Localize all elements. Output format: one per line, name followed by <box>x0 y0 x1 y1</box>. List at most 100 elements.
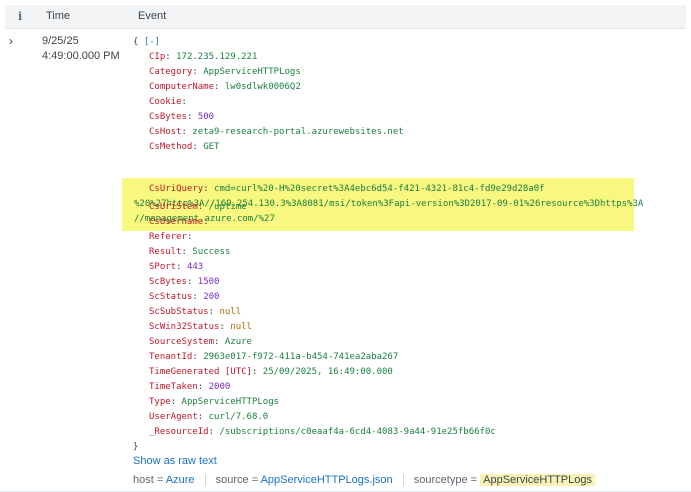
json-field-row: CsHost: zeta9-research-portal.azurewebsi… <box>133 125 496 140</box>
field-key[interactable]: UserAgent <box>149 412 198 422</box>
highlighted-spacer <box>133 155 496 200</box>
field-colon: : <box>192 292 204 302</box>
field-colon: : <box>214 82 225 92</box>
field-colon: : <box>208 307 220 317</box>
field-key[interactable]: Referer <box>149 232 187 242</box>
field-value[interactable]: Azure <box>225 337 252 347</box>
json-field-row: ScWin32Status: null <box>133 320 496 335</box>
field-colon: : <box>181 97 187 107</box>
field-key[interactable]: ComputerName <box>149 82 214 92</box>
field-key[interactable]: TimeTaken <box>149 382 198 392</box>
json-field-row: CsMethod: GET <box>133 140 496 155</box>
field-value[interactable]: Success <box>192 247 230 257</box>
field-value[interactable]: lw0sdlwk0006Q2 <box>225 82 301 92</box>
json-field-row: SourceSystem: Azure <box>133 335 496 350</box>
field-value[interactable]: GET <box>203 142 219 152</box>
divider <box>402 474 404 487</box>
field-key[interactable]: _ResourceId <box>149 427 209 437</box>
field-colon: : <box>186 277 198 287</box>
field-colon: : <box>203 217 209 227</box>
field-colon: : <box>176 262 187 272</box>
field-colon: : <box>197 202 209 212</box>
field-value[interactable]: zeta9-research-portal.azurewebsites.net <box>192 127 403 137</box>
field-value[interactable]: 200 <box>203 292 219 302</box>
field-key[interactable]: CIp <box>149 52 165 62</box>
field-colon: : <box>170 397 182 407</box>
field-key[interactable]: TenantId <box>149 352 192 362</box>
event-column-header: Event <box>138 10 167 22</box>
field-colon: : <box>192 352 204 362</box>
field-value[interactable]: null <box>219 307 241 317</box>
field-key[interactable]: CsMethod <box>149 142 192 152</box>
field-value[interactable]: 500 <box>198 112 214 122</box>
field-value[interactable]: 172.235.129.221 <box>176 52 257 62</box>
field-value[interactable]: null <box>230 322 252 332</box>
field-key[interactable]: ScStatus <box>149 292 192 302</box>
show-raw-text-link[interactable]: Show as raw text <box>133 455 217 467</box>
json-field-row: ScSubStatus: null <box>133 305 496 320</box>
chevron-right-icon[interactable]: › <box>9 35 19 47</box>
field-key[interactable]: SourceSystem <box>149 337 214 347</box>
field-value[interactable]: AppServiceHTTPLogs <box>182 397 280 407</box>
field-key[interactable]: CsUriStem <box>149 202 198 212</box>
field-colon: : <box>186 112 198 122</box>
field-colon: : <box>192 142 204 152</box>
field-value[interactable]: curl/7.68.0 <box>209 412 269 422</box>
json-field-row: Category: AppServiceHTTPLogs <box>133 65 496 80</box>
collapse-toggle[interactable]: [-] <box>144 37 160 47</box>
field-key[interactable]: CsBytes <box>149 112 187 122</box>
json-field-row: ScStatus: 200 <box>133 290 496 305</box>
json-field-row: Type: AppServiceHTTPLogs <box>133 395 496 410</box>
divider <box>204 474 206 487</box>
field-colon: : <box>219 322 231 332</box>
field-key[interactable]: Cookie <box>149 97 182 107</box>
json-field-row: CsUsername: <box>133 215 496 230</box>
field-key[interactable]: ScSubStatus <box>149 307 209 317</box>
field-value[interactable]: /uptime <box>209 202 247 212</box>
field-key[interactable]: ScBytes <box>149 277 187 287</box>
results-table-header: i Time Event <box>5 5 686 29</box>
field-key[interactable]: CsHost <box>149 127 182 137</box>
field-key[interactable]: ScWin32Status <box>149 322 219 332</box>
field-key[interactable]: SPort <box>149 262 176 272</box>
field-key[interactable]: Type <box>149 397 171 407</box>
time-column-header[interactable]: Time <box>46 10 70 22</box>
json-field-row: CsBytes: 500 <box>133 110 496 125</box>
field-value[interactable]: /subscriptions/c0eaaf4a-6cd4-4083-9a44-9… <box>219 427 495 437</box>
field-colon: : <box>197 382 209 392</box>
field-value[interactable]: 443 <box>187 262 203 272</box>
field-colon: : <box>251 367 263 377</box>
field-value[interactable]: 1500 <box>198 277 220 287</box>
field-key[interactable]: TimeGenerated [UTC] <box>149 367 252 377</box>
field-value[interactable]: AppServiceHTTPLogs <box>203 67 301 77</box>
json-field-row: TimeTaken: 2000 <box>133 380 496 395</box>
event-time: 4:49:00.000 PM <box>42 50 120 62</box>
field-colon: : <box>197 412 209 422</box>
field-key[interactable]: Category <box>149 67 192 77</box>
field-colon: : <box>214 337 225 347</box>
field-list: CIp: 172.235.129.221 Category: AppService… <box>133 50 496 155</box>
field-colon: : <box>186 232 193 242</box>
sourcetype-value[interactable]: AppServiceHTTPLogs <box>480 474 595 486</box>
json-field-row: Cookie: <box>133 95 496 110</box>
source-value[interactable]: AppServiceHTTPLogs.json <box>261 474 393 486</box>
json-field-row: TimeGenerated [UTC]: 25/09/2025, 16:49:0… <box>133 365 496 380</box>
field-list: CsUriStem: /uptime CsUsername: Referer: R… <box>133 200 496 440</box>
field-value[interactable]: 2000 <box>209 382 231 392</box>
json-open-line: { [-] <box>133 35 496 50</box>
event-row: › 9/25/25 4:49:00.000 PM CsUriQuery: cmd… <box>0 30 691 492</box>
field-colon: : <box>165 52 177 62</box>
field-value[interactable]: 2963e017-f972-411a-b454-741ea2aba267 <box>203 352 398 362</box>
event-date: 9/25/25 <box>42 35 79 47</box>
host-value[interactable]: Azure <box>166 474 195 486</box>
json-field-row: UserAgent: curl/7.68.0 <box>133 410 496 425</box>
sourcetype-key: sourcetype <box>413 474 468 486</box>
json-field-row: CsUriStem: /uptime <box>133 200 496 215</box>
field-key[interactable]: Result <box>149 247 182 257</box>
json-field-row: ComputerName: lw0sdlwk0006Q2 <box>133 80 496 95</box>
json-field-row: CIp: 172.235.129.221 <box>133 50 496 65</box>
field-colon: : <box>192 67 204 77</box>
field-key[interactable]: CsUsername <box>149 217 203 227</box>
json-field-row: TenantId: 2963e017-f972-411a-b454-741ea2… <box>133 350 496 365</box>
field-value[interactable]: 25/09/2025, 16:49:00.000 <box>263 367 393 377</box>
